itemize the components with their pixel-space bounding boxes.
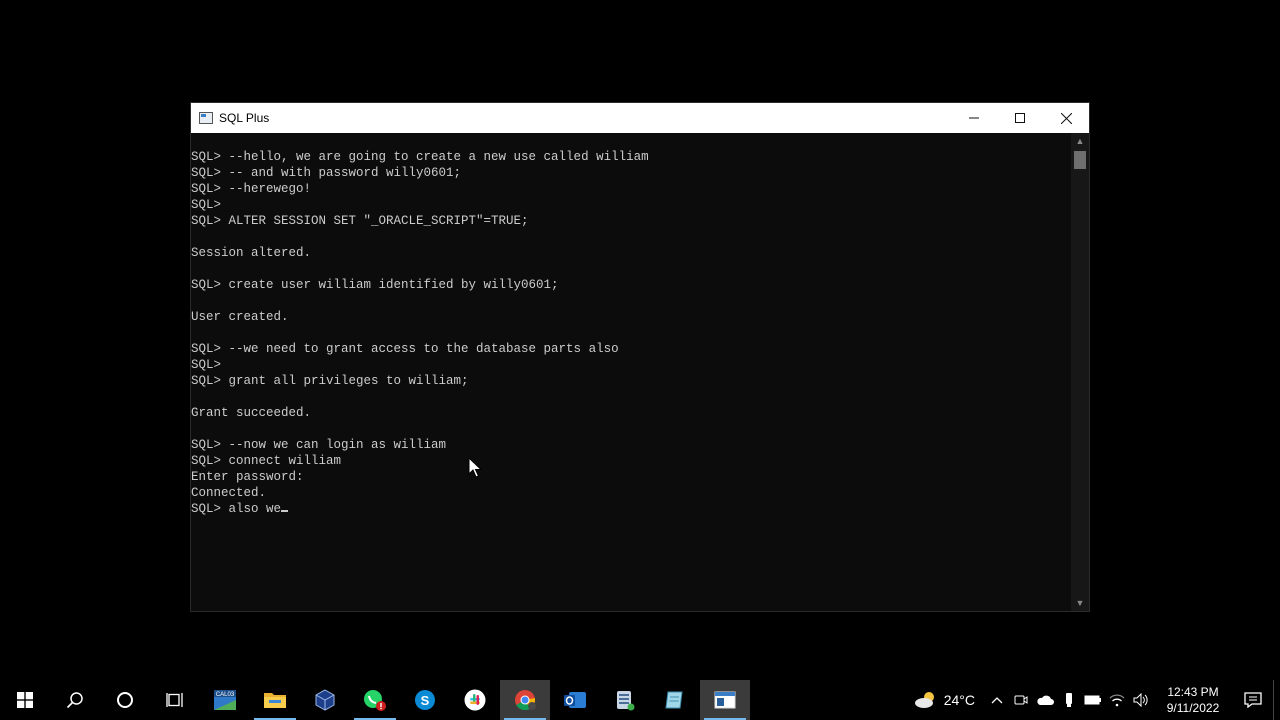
slack-icon	[464, 689, 486, 711]
text-cursor	[281, 510, 289, 512]
console-line: SQL> ALTER SESSION SET "_ORACLE_SCRIPT"=…	[191, 214, 529, 228]
console-line: SQL>	[191, 358, 222, 372]
clock-time: 12:43 PM	[1167, 685, 1219, 699]
notification-center-button[interactable]	[1233, 680, 1273, 720]
database-app-button[interactable]	[600, 680, 650, 720]
console-line: User created.	[191, 310, 289, 324]
whatsapp-icon	[364, 690, 386, 711]
file-explorer-button[interactable]	[250, 680, 300, 720]
usb-device-button[interactable]	[1057, 680, 1081, 720]
console-line: SQL> create user william identified by w…	[191, 278, 559, 292]
system-tray: 24°C 12:43 PM 9/11/2022	[914, 680, 1280, 720]
chrome-icon	[515, 690, 536, 711]
volume-button[interactable]	[1129, 680, 1153, 720]
task-view-icon	[166, 693, 183, 707]
scroll-up-arrow-icon[interactable]: ▲	[1071, 133, 1089, 149]
console-output[interactable]: SQL> --hello, we are going to create a n…	[191, 133, 1071, 611]
search-button[interactable]	[50, 680, 100, 720]
skype-app-button[interactable]: S	[400, 680, 450, 720]
sqlplus-window: SQL Plus SQL> --hello, we are going to c…	[190, 102, 1090, 612]
close-icon	[1060, 112, 1072, 124]
console-line: SQL>	[191, 198, 222, 212]
notes-app-button[interactable]	[650, 680, 700, 720]
console-line: SQL> -- and with password willy0601;	[191, 166, 462, 180]
weather-temperature: 24°C	[943, 692, 975, 708]
scroll-thumb[interactable]	[1074, 151, 1086, 169]
minimize-icon	[969, 117, 979, 119]
calendar-app-button[interactable]: CAL03	[200, 680, 250, 720]
virtualbox-app-button[interactable]	[300, 680, 350, 720]
console-line: SQL> --we need to grant access to the da…	[191, 342, 619, 356]
cloud-sun-icon	[914, 692, 934, 708]
calendar-icon: CAL03	[214, 690, 236, 710]
mail-icon	[564, 692, 586, 708]
skype-icon: S	[415, 690, 435, 710]
window-controls	[951, 103, 1089, 133]
search-icon	[66, 692, 83, 709]
notes-icon	[665, 691, 683, 709]
show-hidden-icons-button[interactable]	[985, 680, 1009, 720]
window-title: SQL Plus	[219, 111, 270, 125]
notification-icon	[1244, 692, 1262, 708]
console-app-icon	[199, 112, 213, 124]
outlook-app-button[interactable]	[550, 680, 600, 720]
console-line: Enter password:	[191, 470, 304, 484]
close-button[interactable]	[1043, 103, 1089, 133]
taskbar: CAL03 S 24°C 12:43 PM 9/11/2022	[0, 680, 1280, 720]
wifi-icon	[1109, 694, 1125, 707]
camera-icon	[1014, 695, 1028, 705]
onedrive-button[interactable]	[1033, 680, 1057, 720]
console-line: SQL> --herewego!	[191, 182, 312, 196]
cortana-button[interactable]	[100, 680, 150, 720]
whatsapp-app-button[interactable]	[350, 680, 400, 720]
vertical-scrollbar[interactable]: ▲ ▼	[1071, 133, 1089, 611]
minimize-button[interactable]	[951, 103, 997, 133]
weather-widget[interactable]: 24°C	[914, 690, 975, 710]
mouse-pointer-icon	[468, 457, 482, 478]
console-icon	[714, 691, 736, 709]
console-current-input[interactable]: SQL> also we	[191, 502, 281, 516]
title-bar[interactable]: SQL Plus	[191, 103, 1089, 133]
scroll-down-arrow-icon[interactable]: ▼	[1071, 595, 1089, 611]
windows-logo-icon	[17, 692, 33, 708]
console-line: Connected.	[191, 486, 267, 500]
start-button[interactable]	[0, 680, 50, 720]
onedrive-cloud-icon	[1037, 695, 1054, 705]
maximize-button[interactable]	[997, 103, 1043, 133]
clock-date: 9/11/2022	[1166, 701, 1220, 715]
cube-icon	[315, 689, 335, 711]
battery-icon	[1084, 695, 1101, 705]
network-button[interactable]	[1105, 680, 1129, 720]
battery-button[interactable]	[1081, 680, 1105, 720]
speaker-icon	[1133, 693, 1148, 707]
console-line: SQL> --hello, we are going to create a n…	[191, 150, 649, 164]
chevron-up-icon	[991, 697, 1003, 704]
console-line: SQL> grant all privileges to william;	[191, 374, 469, 388]
sqlplus-app-button[interactable]	[700, 680, 750, 720]
cortana-icon	[117, 692, 133, 708]
database-icon	[617, 691, 635, 711]
console-line: Grant succeeded.	[191, 406, 312, 420]
clock-button[interactable]: 12:43 PM 9/11/2022	[1157, 684, 1229, 716]
calendar-app-label: CAL03	[216, 692, 235, 698]
meet-now-button[interactable]	[1009, 680, 1033, 720]
console-input-line[interactable]: SQL> also we	[191, 501, 1071, 517]
task-view-button[interactable]	[150, 680, 200, 720]
show-desktop-button[interactable]	[1273, 680, 1280, 720]
console-line: SQL> connect william	[191, 454, 342, 468]
slack-app-button[interactable]	[450, 680, 500, 720]
folder-icon	[264, 693, 286, 708]
console-line: Session altered.	[191, 246, 312, 260]
console-line: SQL> --now we can login as william	[191, 438, 447, 452]
usb-drive-icon	[1066, 693, 1072, 707]
skype-app-label: S	[421, 693, 430, 708]
maximize-icon	[1015, 113, 1025, 123]
chrome-app-button[interactable]	[500, 680, 550, 720]
